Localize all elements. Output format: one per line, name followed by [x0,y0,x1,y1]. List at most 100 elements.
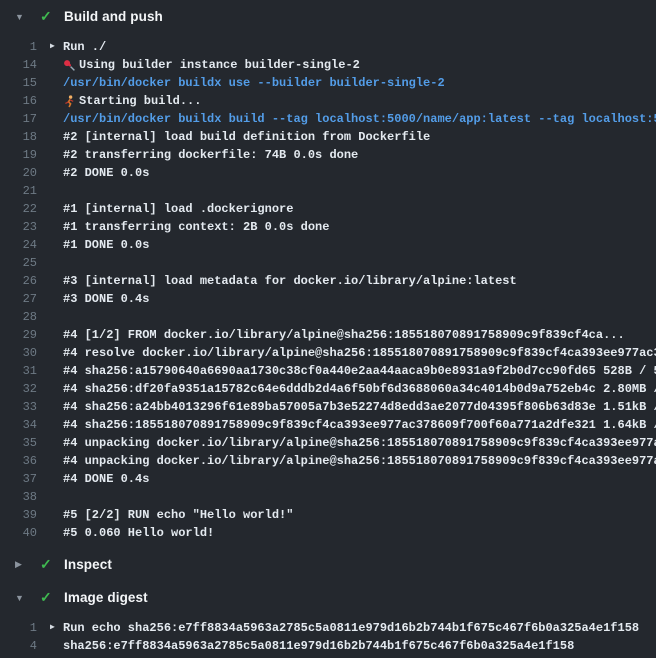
log-line: 36 ▶ #4 unpacking docker.io/library/alpi… [0,452,656,470]
log-text: #3 [internal] load metadata for docker.i… [63,272,517,290]
line-number[interactable]: 40 [0,524,37,542]
line-number[interactable]: 22 [0,200,37,218]
log-line: 26 ▶ #3 [internal] load metadata for doc… [0,272,656,290]
line-content: ▶ #1 transferring context: 2B 0.0s done [37,218,656,236]
log-line: 28 ▶ [0,308,656,326]
run-expander-icon[interactable]: ▶ [50,38,63,56]
line-content: ▶ #4 DONE 0.4s [37,470,656,488]
success-check-icon: ✓ [40,8,64,25]
log-text: #5 [2/2] RUN echo "Hello world!" [63,506,293,524]
line-number[interactable]: 30 [0,344,37,362]
line-number[interactable]: 39 [0,506,37,524]
log-text: Run ./ [63,38,106,56]
log-text: #4 sha256:df20fa9351a15782c64e6dddb2d4a6… [63,380,656,398]
line-number[interactable]: 31 [0,362,37,380]
line-content: ▶ sha256:e7ff8834a5963a2785c5a0811e979d1… [37,637,656,655]
line-content: ▶ #1 [internal] load .dockerignore [37,200,656,218]
line-content: ▶ #4 sha256:a24bb4013296f61e89ba57005a7b… [37,398,656,416]
line-content: ▶ #2 DONE 0.0s [37,164,656,182]
line-number[interactable]: 28 [0,308,37,326]
line-number[interactable]: 38 [0,488,37,506]
line-number[interactable]: 4 [0,637,37,655]
line-content: ▶ #4 sha256:a15790640a6690aa1730c38cf0a4… [37,362,656,380]
log-line: 16 ▶ Starting build... [0,92,656,110]
chevron-right-icon[interactable]: ▶ [15,559,40,570]
line-number[interactable]: 14 [0,56,37,74]
line-number[interactable]: 1 [0,619,37,637]
log-text: #4 resolve docker.io/library/alpine@sha2… [63,344,656,362]
chevron-down-icon[interactable]: ▼ [15,12,40,22]
line-content: ▶ Using builder instance builder-single-… [37,56,656,74]
log-line: 39 ▶ #5 [2/2] RUN echo "Hello world!" [0,506,656,524]
log-text: #4 unpacking docker.io/library/alpine@sh… [63,434,656,452]
line-content: ▶ /usr/bin/docker buildx use --builder b… [37,74,656,92]
line-content: ▶ #4 sha256:df20fa9351a15782c64e6dddb2d4… [37,380,656,398]
log-line: 21 ▶ [0,182,656,200]
log-line: 17 ▶ /usr/bin/docker buildx build --tag … [0,110,656,128]
section-header-build-and-push[interactable]: ▼ ✓ Build and push [0,0,656,33]
line-content: ▶ #1 DONE 0.0s [37,236,656,254]
line-content: ▶ #5 [2/2] RUN echo "Hello world!" [37,506,656,524]
log-text: #4 [1/2] FROM docker.io/library/alpine@s… [63,326,625,344]
line-number[interactable]: 32 [0,380,37,398]
log-text: #4 sha256:a15790640a6690aa1730c38cf0a440… [63,362,656,380]
line-number[interactable]: 23 [0,218,37,236]
log-line: 40 ▶ #5 0.060 Hello world! [0,524,656,542]
log-text: sha256:e7ff8834a5963a2785c5a0811e979d16b… [63,637,574,655]
log-line: 34 ▶ #4 sha256:185518070891758909c9f839c… [0,416,656,434]
line-number[interactable]: 15 [0,74,37,92]
log-line: 37 ▶ #4 DONE 0.4s [0,470,656,488]
log-text: #4 sha256:a24bb4013296f61e89ba57005a7b3e… [63,398,656,416]
log-text: #3 DONE 0.4s [63,290,149,308]
log-line: 25 ▶ [0,254,656,272]
log-text: /usr/bin/docker buildx build --tag local… [63,110,656,128]
log-text: #4 unpacking docker.io/library/alpine@sh… [63,452,656,470]
line-number[interactable]: 16 [0,92,37,110]
log-line: 23 ▶ #1 transferring context: 2B 0.0s do… [0,218,656,236]
log-line: 35 ▶ #4 unpacking docker.io/library/alpi… [0,434,656,452]
log-section-inspect: ▶ ✓ Inspect [0,548,656,581]
line-number[interactable]: 26 [0,272,37,290]
log-line: 22 ▶ #1 [internal] load .dockerignore [0,200,656,218]
line-content: ▶ [37,488,656,506]
log-text: #2 transferring dockerfile: 74B 0.0s don… [63,146,358,164]
log-line: 15 ▶ /usr/bin/docker buildx use --builde… [0,74,656,92]
line-content: ▶ Run ./ [37,38,656,56]
section-header-image-digest[interactable]: ▼ ✓ Image digest [0,581,656,614]
line-content: ▶ #4 unpacking docker.io/library/alpine@… [37,452,656,470]
line-content: ▶ #3 DONE 0.4s [37,290,656,308]
log-line: 1 ▶ Run echo sha256:e7ff8834a5963a2785c5… [0,619,656,637]
line-number[interactable]: 25 [0,254,37,272]
log-text: #2 [internal] load build definition from… [63,128,430,146]
pushpin-icon [63,59,79,72]
line-content: ▶ #2 transferring dockerfile: 74B 0.0s d… [37,146,656,164]
run-expander-icon[interactable]: ▶ [50,619,63,637]
line-number[interactable]: 34 [0,416,37,434]
line-content: ▶ [37,254,656,272]
line-number[interactable]: 1 [0,38,37,56]
line-number[interactable]: 36 [0,452,37,470]
line-content: ▶ #4 [1/2] FROM docker.io/library/alpine… [37,326,656,344]
section-title: Build and push [64,9,163,24]
success-check-icon: ✓ [40,589,64,606]
log-line: 24 ▶ #1 DONE 0.0s [0,236,656,254]
section-header-inspect[interactable]: ▶ ✓ Inspect [0,548,656,581]
log-line: 31 ▶ #4 sha256:a15790640a6690aa1730c38cf… [0,362,656,380]
line-number[interactable]: 35 [0,434,37,452]
line-content: ▶ #5 0.060 Hello world! [37,524,656,542]
line-number[interactable]: 17 [0,110,37,128]
line-number[interactable]: 29 [0,326,37,344]
chevron-down-icon[interactable]: ▼ [15,593,40,603]
line-number[interactable]: 18 [0,128,37,146]
line-number[interactable]: 19 [0,146,37,164]
line-content: ▶ [37,308,656,326]
line-number[interactable]: 20 [0,164,37,182]
line-number[interactable]: 33 [0,398,37,416]
line-number[interactable]: 27 [0,290,37,308]
log-text: #1 DONE 0.0s [63,236,149,254]
line-number[interactable]: 37 [0,470,37,488]
section-log-body: 1 ▶ Run echo sha256:e7ff8834a5963a2785c5… [0,614,656,658]
log-line: 19 ▶ #2 transferring dockerfile: 74B 0.0… [0,146,656,164]
line-number[interactable]: 24 [0,236,37,254]
line-number[interactable]: 21 [0,182,37,200]
